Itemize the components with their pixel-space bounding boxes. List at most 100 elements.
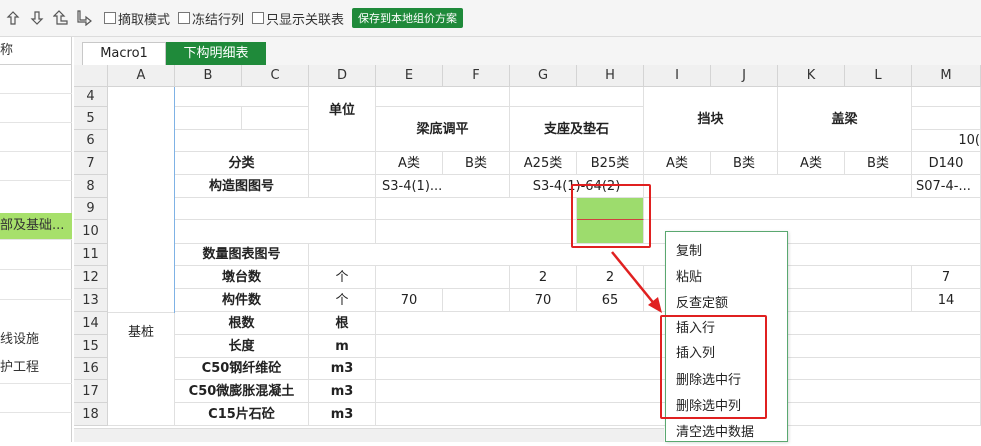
cell[interactable]: 长度 <box>175 335 309 358</box>
freeze-panes-checkbox[interactable]: 冻结行列 <box>178 9 244 28</box>
left-panel-item-foundation[interactable]: 部及基础... <box>0 213 72 239</box>
cell-unit-header[interactable]: 单位 <box>309 87 376 152</box>
cell[interactable] <box>912 87 981 107</box>
left-panel-item-protection[interactable]: 护工程 <box>0 355 72 381</box>
cell[interactable]: 7 <box>912 266 981 289</box>
cell[interactable] <box>175 107 242 130</box>
selected-cell[interactable] <box>577 220 644 244</box>
column-header[interactable]: E <box>376 65 443 87</box>
menu-item-delete-columns[interactable]: 删除选中列 <box>666 394 787 420</box>
extract-mode-checkbox[interactable]: 摘取模式 <box>104 9 170 28</box>
tab-macro1[interactable]: Macro1 <box>82 42 166 65</box>
column-header[interactable]: A <box>108 65 175 87</box>
cell[interactable]: m3 <box>309 358 376 380</box>
cell-group-header[interactable]: 盖梁 <box>778 87 912 152</box>
menu-item-copy[interactable]: 复制 <box>666 239 787 265</box>
row-header[interactable]: 8 <box>74 175 108 198</box>
cell[interactable] <box>175 220 376 244</box>
cell-group-header[interactable]: 支座及垫石 <box>510 107 644 152</box>
column-header[interactable]: K <box>778 65 845 87</box>
save-local-pricing-button[interactable]: 保存到本地组价方案 <box>352 8 464 28</box>
cell[interactable]: C50钢纤维砼 <box>175 358 309 380</box>
menu-item-insert-row[interactable]: 插入行 <box>666 316 787 342</box>
cell-a-upper[interactable] <box>108 87 175 313</box>
cell[interactable]: 数量图表图号 <box>175 244 309 266</box>
column-header[interactable]: M <box>912 65 981 87</box>
cell[interactable] <box>376 198 577 220</box>
cell[interactable]: 构件数 <box>175 289 309 312</box>
cell[interactable] <box>376 266 510 289</box>
row-header[interactable]: 9 <box>74 198 108 220</box>
left-panel-item-facilities[interactable]: 线设施 <box>0 327 72 353</box>
cell[interactable]: 墩台数 <box>175 266 309 289</box>
cell[interactable] <box>309 175 376 198</box>
menu-item-clear-data[interactable]: 清空选中数据 <box>666 420 787 446</box>
tab-substructure-detail[interactable]: 下构明细表 <box>166 42 266 65</box>
cell[interactable]: A类 <box>376 152 443 175</box>
row-header[interactable]: 11 <box>74 244 108 266</box>
cell[interactable]: S3-4(1)-64(2) <box>510 175 644 198</box>
column-header[interactable]: J <box>711 65 778 87</box>
cell[interactable] <box>175 130 309 152</box>
cell[interactable] <box>644 198 981 220</box>
cell[interactable]: 70 <box>510 289 577 312</box>
level-up-icon[interactable] <box>50 7 72 29</box>
row-header[interactable]: 5 <box>74 107 108 130</box>
cell[interactable]: 个 <box>309 289 376 312</box>
cell[interactable]: S07-4-... <box>912 175 981 198</box>
cell[interactable]: C15片石砼 <box>175 403 309 426</box>
cell[interactable]: m <box>309 335 376 358</box>
cell[interactable]: 分类 <box>175 152 309 175</box>
row-header[interactable]: 6 <box>74 130 108 152</box>
cell[interactable]: B25类 <box>577 152 644 175</box>
cell[interactable] <box>376 220 577 244</box>
cell[interactable] <box>175 87 309 107</box>
row-header[interactable]: 10 <box>74 220 108 244</box>
cell[interactable]: C50微膨胀混凝土 <box>175 380 309 403</box>
cell[interactable]: 70 <box>376 289 443 312</box>
checkbox-box[interactable] <box>104 12 116 24</box>
column-header[interactable]: C <box>242 65 309 87</box>
cell[interactable] <box>175 198 376 220</box>
cell[interactable]: B类 <box>711 152 778 175</box>
cell[interactable]: A25类 <box>510 152 577 175</box>
cell[interactable] <box>309 244 981 266</box>
menu-item-paste[interactable]: 粘贴 <box>666 265 787 291</box>
cell[interactable]: 构造图图号 <box>175 175 309 198</box>
move-up-icon[interactable] <box>2 7 24 29</box>
cell[interactable]: 65 <box>577 289 644 312</box>
cell[interactable]: 2 <box>577 266 644 289</box>
row-header[interactable]: 15 <box>74 335 108 358</box>
row-header[interactable]: 12 <box>74 266 108 289</box>
cell-group-header[interactable]: 梁底调平 <box>376 107 510 152</box>
menu-item-insert-column[interactable]: 插入列 <box>666 341 787 367</box>
cell[interactable]: 2 <box>510 266 577 289</box>
cell[interactable] <box>510 87 644 107</box>
cell[interactable]: 14 <box>912 289 981 312</box>
row-header[interactable]: 16 <box>74 358 108 380</box>
show-linked-only-checkbox[interactable]: 只显示关联表 <box>252 9 344 28</box>
horizontal-scrollbar[interactable] <box>74 428 664 442</box>
cell[interactable]: A类 <box>644 152 711 175</box>
column-header[interactable]: F <box>443 65 510 87</box>
cell[interactable]: m3 <box>309 403 376 426</box>
cell[interactable]: B类 <box>443 152 510 175</box>
move-down-icon[interactable] <box>26 7 48 29</box>
row-header[interactable]: 17 <box>74 380 108 403</box>
menu-item-delete-rows[interactable]: 删除选中行 <box>666 368 787 394</box>
cell[interactable]: 根 <box>309 312 376 335</box>
row-header[interactable]: 4 <box>74 87 108 107</box>
cell[interactable] <box>912 107 981 130</box>
cell[interactable]: 根数 <box>175 312 309 335</box>
column-header[interactable]: L <box>845 65 912 87</box>
cell[interactable]: B类 <box>845 152 912 175</box>
cell[interactable] <box>443 289 510 312</box>
cell[interactable]: 个 <box>309 266 376 289</box>
checkbox-box[interactable] <box>252 12 265 24</box>
cell[interactable]: S3-4(1)... <box>376 175 510 198</box>
level-down-icon[interactable] <box>74 7 96 29</box>
menu-item-reverse-lookup[interactable]: 反查定额 <box>666 291 787 317</box>
column-header[interactable]: I <box>644 65 711 87</box>
cell[interactable]: m3 <box>309 380 376 403</box>
cell[interactable] <box>644 175 912 198</box>
